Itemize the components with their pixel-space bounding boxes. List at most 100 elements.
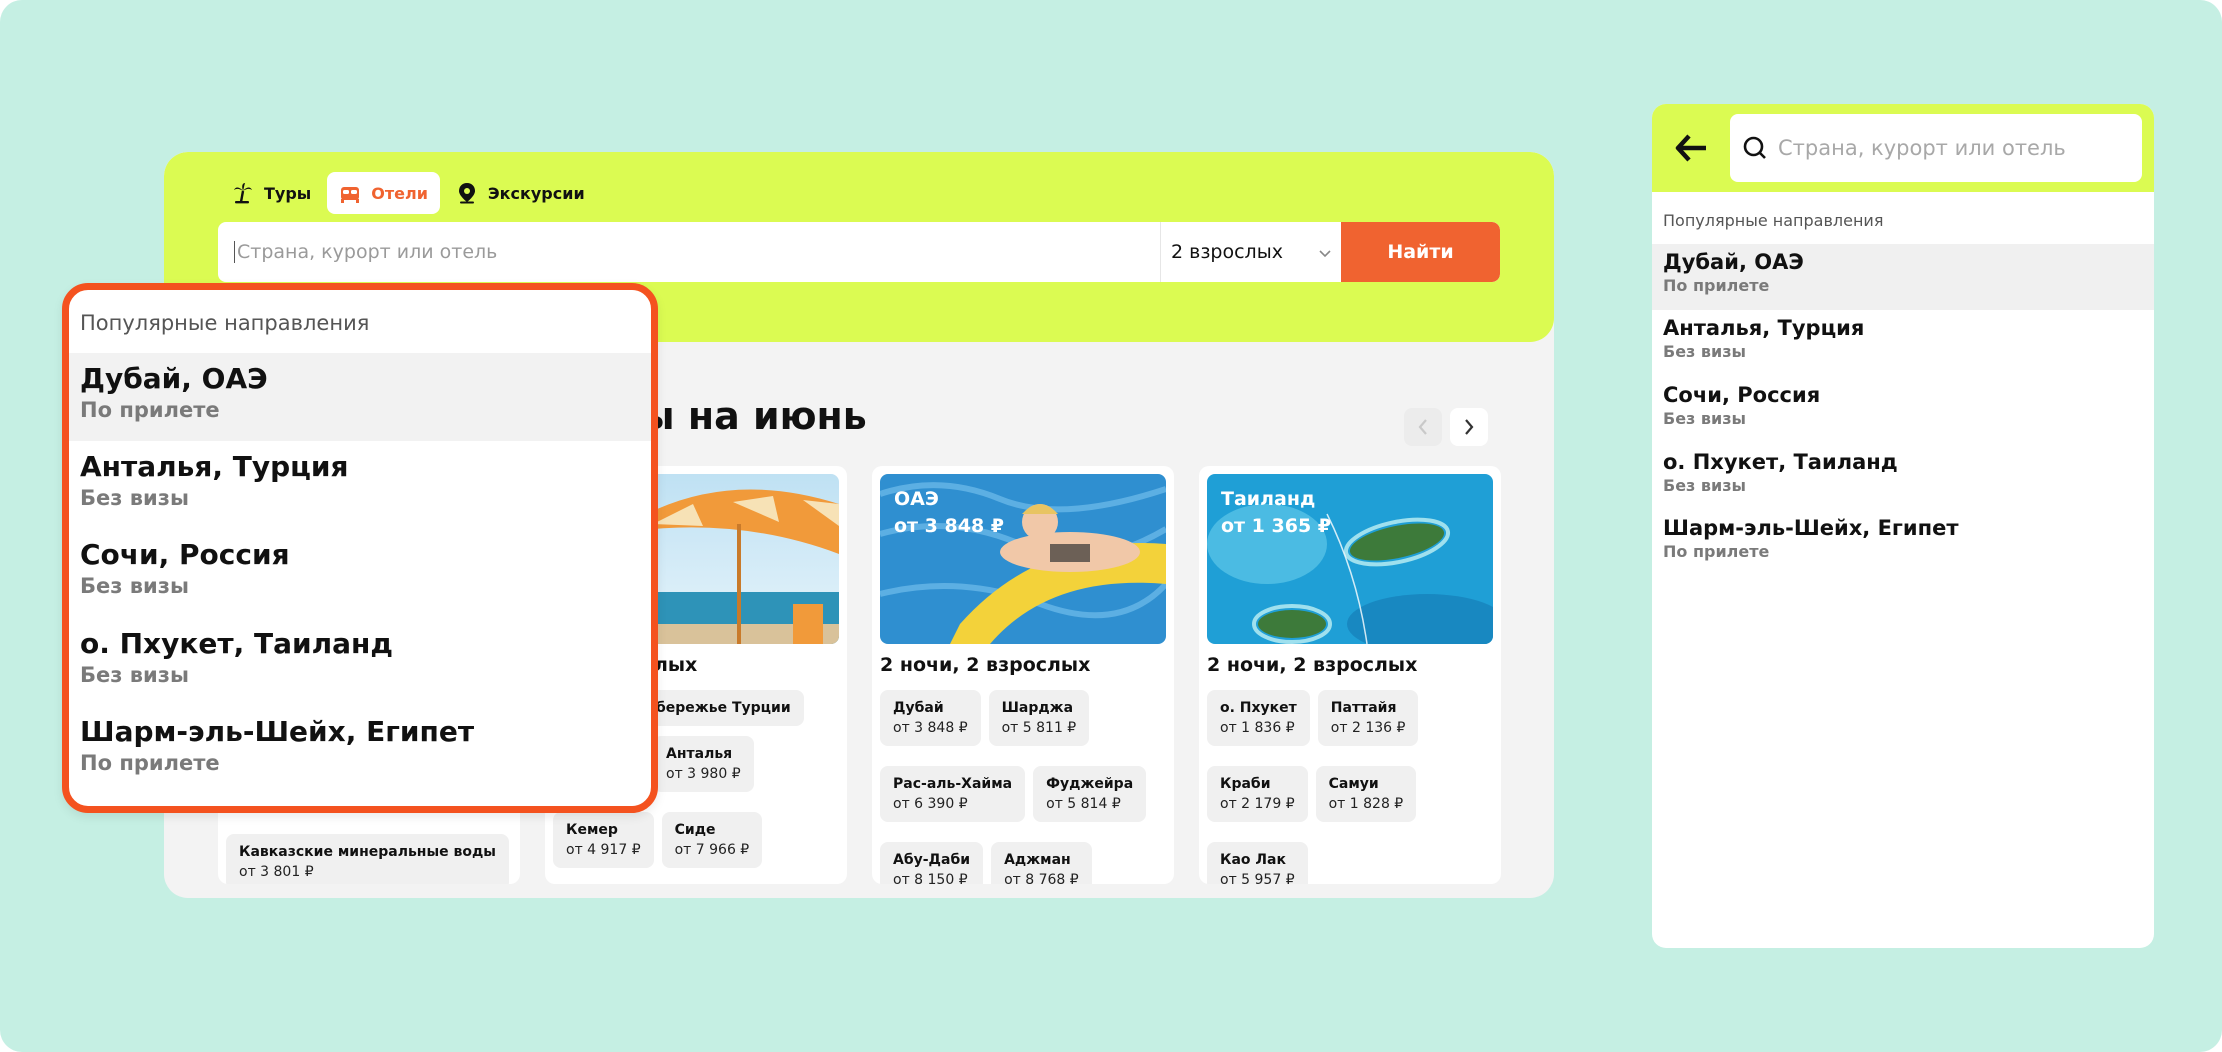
chip-krabi[interactable]: Краби от 2 179 ₽ [1207,766,1308,822]
tab-hotels[interactable]: Отели [327,172,440,214]
find-button[interactable]: Найти [1341,222,1500,282]
item-title: Дубай, ОАЭ [1663,250,1804,274]
destination-placeholder: Страна, курорт или отель [237,241,498,263]
tab-hotels-label: Отели [371,183,428,203]
chip-dubai[interactable]: Дубай от 3 848 ₽ [880,690,981,746]
mobile-item-phuket[interactable]: о. Пхукет, Таиланд Без визы [1652,444,2154,510]
chip-khao-lak[interactable]: Као Лак от 5 957 ₽ [1207,842,1308,884]
chip-price: от 2 136 ₽ [1330,720,1406,736]
mobile-item-sochi[interactable]: Сочи, Россия Без визы [1652,377,2154,443]
chip-price: от 5 957 ₽ [1220,872,1295,884]
chip-pattaya[interactable]: Паттайя от 2 136 ₽ [1317,690,1419,746]
chip-mineral-waters[interactable]: Кавказские минеральные воды от 3 801 ₽ [226,834,509,884]
tab-tours[interactable]: Туры [220,172,323,214]
item-subtitle: Без визы [80,574,189,598]
mobile-item-antalya[interactable]: Анталья, Турция Без визы [1652,310,2154,376]
item-subtitle: По прилете [1663,542,1770,561]
canvas-background: Туры Отели Экскурсии Страна, курорт или … [0,0,2222,1052]
search-bar: Страна, курорт или отель 2 взрослых Найт… [218,222,1500,282]
chip-name: Самуи [1328,776,1379,792]
carousel-next-button[interactable] [1450,408,1488,446]
mobile-item-dubai[interactable]: Дубай, ОАЭ По прилете [1652,244,2154,310]
card-chips: о. Пхукет от 1 836 ₽ Паттайя от 2 136 ₽ Кр… [1207,690,1497,884]
item-title: Дубай, ОАЭ [80,362,268,395]
chip-name: Анталья [666,746,733,762]
chip-side[interactable]: Сиде от 7 966 ₽ [661,812,763,868]
chip-name: Аджман [1004,852,1071,868]
item-title: Анталья, Турция [1663,316,1865,340]
item-subtitle: По прилете [1663,276,1770,295]
chevron-down-icon [1319,241,1331,263]
chip-name: Дубай [893,700,944,716]
item-title: о. Пхукет, Таиланд [80,627,393,660]
card-chips: Кавказские минеральные воды от 3 801 ₽ [226,834,516,884]
chip-price: от 3 848 ₽ [893,720,968,736]
chip-sharjah[interactable]: Шарджа от 5 811 ₽ [988,690,1090,746]
chip-phuket[interactable]: о. Пхукет от 1 836 ₽ [1207,690,1310,746]
chip-ajman[interactable]: Аджман от 8 768 ₽ [991,842,1092,884]
carousel-prev-button[interactable] [1404,408,1442,446]
chip-turkey-coast[interactable]: бережье Турции [643,690,804,726]
chip-name: Шарджа [1001,700,1074,716]
item-title: Анталья, Турция [80,450,349,483]
back-button[interactable] [1674,132,1710,164]
guests-value: 2 взрослых [1171,241,1283,263]
card-country: ОАЭ [894,488,939,510]
card-price: от 3 848 ₽ [894,515,1005,537]
dropdown-item-phuket[interactable]: о. Пхукет, Таиланд Без визы [69,618,651,706]
dropdown-item-dubai[interactable]: Дубай, ОАЭ По прилете [69,353,651,441]
chip-name: Кемер [566,822,618,838]
search-icon [1743,136,1766,159]
destination-input[interactable]: Страна, курорт или отель [218,222,1161,282]
destination-card-thailand[interactable]: Таиланд от 1 365 ₽ 2 ночи, 2 взрослых о.… [1199,466,1501,884]
item-subtitle: Без визы [1663,342,1747,361]
palm-tree-icon [232,182,254,204]
item-title: Сочи, Россия [80,538,290,571]
mobile-search-placeholder: Страна, курорт или отель [1778,136,2066,160]
chip-samui[interactable]: Самуи от 1 828 ₽ [1315,766,1417,822]
dropdown-item-sharm[interactable]: Шарм-эль-Шейх, Египет По прилете [69,706,651,794]
mobile-item-sharm[interactable]: Шарм-эль-Шейх, Египет По прилете [1652,510,2154,576]
dropdown-item-sochi[interactable]: Сочи, Россия Без визы [69,529,651,617]
chip-name: Рас-аль-Хайма [893,776,1013,792]
item-subtitle: По прилете [80,751,220,775]
mobile-search-input[interactable]: Страна, курорт или отель [1730,114,2142,182]
item-title: о. Пхукет, Таиланд [1663,450,1898,474]
destination-card-uae[interactable]: ОАЭ от 3 848 ₽ 2 ночи, 2 взрослых Дубай о… [872,466,1174,884]
chip-abu-dhabi[interactable]: Абу-Даби от 8 150 ₽ [880,842,984,884]
chip-price: от 5 814 ₽ [1046,796,1121,812]
chip-antalya[interactable]: Анталья от 3 980 ₽ [653,736,754,792]
tab-excursions-label: Экскурсии [487,183,585,203]
item-title: Шарм-эль-Шейх, Египет [80,715,475,748]
item-title: Сочи, Россия [1663,383,1821,407]
chip-name: Као Лак [1220,852,1286,868]
card-photo-caption: ОАЭ от 3 848 ₽ [894,486,1004,540]
chip-fujairah[interactable]: Фуджейра от 5 814 ₽ [1033,766,1147,822]
item-subtitle: Без визы [80,486,189,510]
popular-destinations-dropdown: Популярные направления Дубай, ОАЭ По при… [62,283,658,813]
chip-price: от 8 150 ₽ [893,872,968,884]
item-subtitle: Без визы [1663,409,1747,428]
chip-price: от 1 828 ₽ [1328,796,1404,812]
item-subtitle: По прилете [80,398,220,422]
mobile-search-header: Страна, курорт или отель [1652,104,2154,192]
chip-name: Абу-Даби [893,852,971,868]
tab-excursions[interactable]: Экскурсии [444,172,597,214]
text-caret [234,241,235,263]
location-pin-icon [456,182,478,204]
chip-name: Паттайя [1330,700,1397,716]
chip-price: от 4 917 ₽ [566,842,641,858]
dropdown-item-antalya[interactable]: Анталья, Турция Без визы [69,441,651,529]
arrow-left-icon [1675,134,1706,162]
dropdown-header: Популярные направления [80,311,370,335]
card-price: от 1 365 ₽ [1221,515,1332,537]
card-photo-islands: Таиланд от 1 365 ₽ [1207,474,1493,644]
guests-select[interactable]: 2 взрослых [1161,222,1341,282]
chip-price: от 6 390 ₽ [893,796,968,812]
chevron-right-icon [1465,419,1474,435]
tabs-bar: Туры Отели Экскурсии [220,172,597,214]
chip-ras-al-khaimah[interactable]: Рас-аль-Хайма от 6 390 ₽ [880,766,1026,822]
chip-kemer[interactable]: Кемер от 4 917 ₽ [553,812,654,868]
chip-price: от 3 801 ₽ [239,864,314,880]
card-country: Таиланд [1221,488,1316,510]
